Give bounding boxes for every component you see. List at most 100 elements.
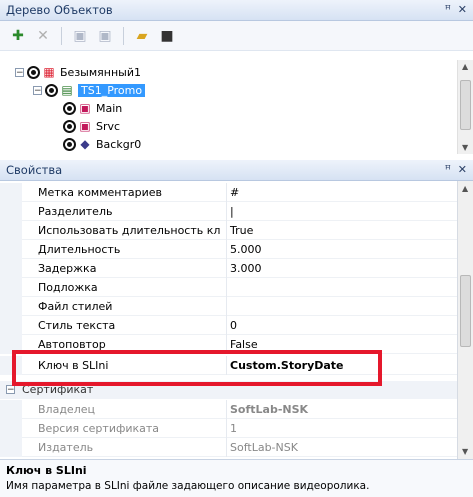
property-row[interactable]: Использовать длительность кл True (0, 221, 457, 240)
property-name: Длительность (38, 243, 121, 256)
visibility-icon[interactable] (45, 83, 58, 97)
object-tree: − ▦ Безымянный1 − ▤ TS1_Promo ▣ Main ▣ S… (0, 51, 473, 155)
move-down-button[interactable]: ▣ (95, 26, 115, 46)
property-row[interactable]: Метка комментариев # (0, 183, 457, 202)
column-divider (226, 221, 227, 240)
tree-node-main[interactable]: ▣ Main (63, 99, 122, 117)
property-value[interactable]: 3.000 (230, 262, 262, 275)
move-up-button[interactable]: ▣ (70, 26, 90, 46)
property-value[interactable]: | (230, 205, 234, 218)
column-divider (226, 419, 227, 438)
row-gutter (0, 297, 22, 316)
property-row[interactable]: Подложка (0, 278, 457, 297)
property-grid: Метка комментариев # Разделитель | Испол… (0, 181, 457, 459)
property-scrollbar[interactable]: ▲ ▼ (457, 181, 473, 459)
column-divider (226, 400, 227, 419)
tree-node-label: Безымянный1 (60, 65, 141, 79)
pin-icon[interactable]: ꟸ (445, 3, 451, 16)
move-down-icon: ▣ (98, 27, 112, 44)
property-row[interactable]: Издатель SoftLab-NSK (0, 438, 457, 457)
scene-icon: ▤ (61, 83, 73, 97)
scroll-up-icon[interactable]: ▲ (462, 62, 468, 71)
property-value[interactable]: False (230, 338, 258, 351)
visibility-icon[interactable] (27, 65, 40, 79)
background-icon: ◆ (80, 137, 90, 151)
row-gutter (0, 335, 22, 354)
toolbar-separator (123, 26, 124, 45)
property-scroll-thumb[interactable] (460, 275, 471, 347)
add-object-icon: ✚ (12, 27, 24, 44)
property-name: Задержка (38, 262, 97, 275)
property-row[interactable]: Владелец SoftLab-NSK (0, 400, 457, 419)
property-value: SoftLab-NSK (230, 441, 298, 454)
tree-node-backgr[interactable]: ◆ Backgr0 (63, 135, 141, 153)
collapse-icon[interactable]: − (33, 85, 42, 95)
property-value[interactable]: # (230, 186, 239, 199)
property-name: Версия сертификата (38, 422, 160, 435)
property-name: Стиль текста (38, 319, 116, 332)
column-divider (226, 297, 227, 316)
column-divider (226, 202, 227, 221)
property-name: Владелец (38, 403, 95, 416)
scroll-down-icon[interactable]: ▼ (462, 447, 468, 456)
visibility-icon[interactable] (63, 137, 76, 151)
properties-header: Свойства ꟸ ✕ (0, 160, 473, 181)
property-name: Метка комментариев (38, 186, 163, 199)
property-value[interactable]: 0 (230, 319, 237, 332)
add-object-button[interactable]: ✚ (8, 26, 28, 46)
properties-button[interactable]: ■ (157, 26, 177, 46)
row-gutter (0, 356, 22, 375)
close-icon[interactable]: ✕ (458, 3, 467, 16)
tree-scroll-thumb[interactable] (460, 80, 471, 130)
property-name: Использовать длительность кл (38, 224, 221, 237)
delete-button[interactable]: ✕ (33, 26, 53, 46)
property-value[interactable]: True (230, 224, 253, 237)
collapse-icon[interactable]: − (15, 67, 24, 77)
row-gutter (0, 419, 22, 438)
tree-node-srvc[interactable]: ▣ Srvc (63, 117, 120, 135)
visibility-icon[interactable] (63, 101, 76, 115)
column-divider (226, 183, 227, 202)
row-gutter (0, 202, 22, 221)
scroll-up-icon[interactable]: ▲ (462, 184, 468, 193)
column-divider (226, 240, 227, 259)
property-row[interactable]: Стиль текста 0 (0, 316, 457, 335)
pin-icon[interactable]: ꟸ (445, 163, 451, 176)
category-label: Сертификат (22, 383, 94, 396)
property-value[interactable]: 5.000 (230, 243, 262, 256)
property-row-slini-key[interactable]: Ключ в SLIni Custom.StoryDate (0, 356, 457, 375)
property-value: SoftLab-NSK (230, 403, 309, 416)
visibility-icon[interactable] (63, 119, 76, 133)
property-name: Издатель (38, 441, 94, 454)
property-row[interactable]: Версия сертификата 1 (0, 419, 457, 438)
property-row[interactable]: Разделитель | (0, 202, 457, 221)
category-row-certificate[interactable]: − Сертификат (0, 381, 457, 399)
description-title: Ключ в SLIni (6, 464, 87, 477)
column-divider (226, 356, 227, 375)
object-tree-header: Дерево Объектов ꟸ ✕ (0, 0, 473, 21)
tree-scrollbar[interactable]: ▲ ▼ (457, 60, 473, 154)
property-value[interactable]: Custom.StoryDate (230, 359, 344, 372)
close-icon[interactable]: ✕ (458, 163, 467, 176)
scroll-down-icon[interactable]: ▼ (462, 143, 468, 152)
property-row[interactable]: Задержка 3.000 (0, 259, 457, 278)
row-gutter (0, 183, 22, 202)
row-gutter (0, 400, 22, 419)
property-name: Файл стилей (38, 300, 113, 313)
tree-node-label: Main (96, 101, 123, 115)
column-divider (226, 438, 227, 457)
tree-node-root[interactable]: − ▦ Безымянный1 (15, 63, 141, 81)
tree-node-scene[interactable]: − ▤ TS1_Promo (33, 81, 146, 99)
property-row[interactable]: Длительность 5.000 (0, 240, 457, 259)
property-name: Подложка (38, 281, 98, 294)
layer-icon: ▣ (79, 101, 91, 115)
open-folder-button[interactable]: ▰ (132, 26, 152, 46)
window-icon: ■ (160, 27, 174, 44)
column-divider (226, 259, 227, 278)
property-row[interactable]: Автоповтор False (0, 335, 457, 354)
toolbar-separator (61, 26, 62, 45)
tree-node-label: TS1_Promo (78, 83, 146, 97)
property-row[interactable]: Файл стилей (0, 297, 457, 316)
collapse-icon[interactable]: − (6, 385, 15, 395)
property-name: Разделитель (38, 205, 113, 218)
